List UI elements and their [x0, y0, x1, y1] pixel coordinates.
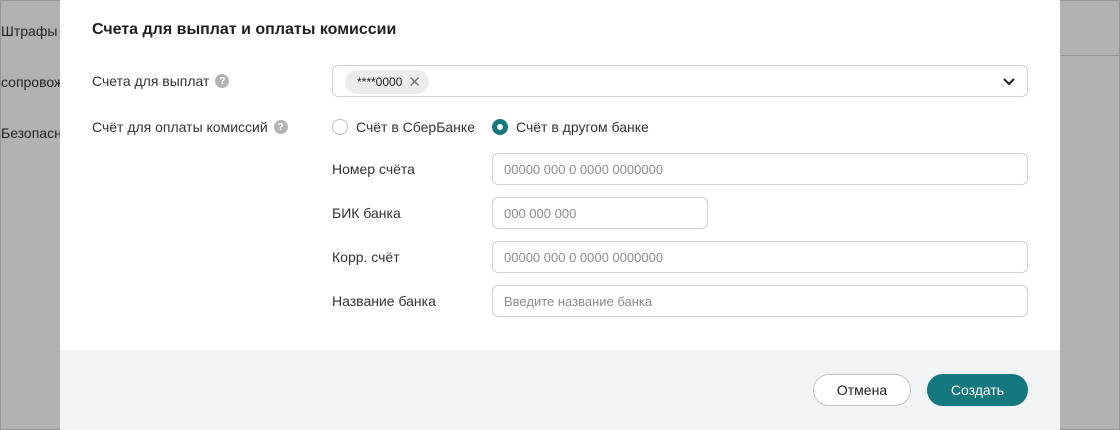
bik-label: БИК банка [332, 205, 401, 221]
chevron-down-icon[interactable] [1003, 76, 1015, 88]
account-chip: ****0000 ✕ [345, 70, 429, 94]
radio-sberbank-label: Счёт в СберБанке [356, 119, 475, 135]
question-circle-icon[interactable]: ? [273, 120, 288, 134]
create-button[interactable]: Создать [927, 374, 1028, 406]
cancel-button[interactable]: Отмена [813, 374, 911, 406]
modal-footer: Отмена Создать [60, 350, 1060, 430]
modal-title: Счета для выплат и оплаты комиссии [92, 21, 397, 38]
radio-sberbank[interactable]: Счёт в СберБанке [332, 119, 475, 135]
account-number-input[interactable] [492, 153, 1028, 185]
commission-account-label-text: Счёт для оплаты комиссий [92, 119, 268, 135]
payout-accounts-select[interactable]: ****0000 ✕ [332, 65, 1028, 97]
bank-name-label: Название банка [332, 293, 436, 309]
bik-input[interactable] [492, 197, 708, 229]
radio-sberbank-circle[interactable] [332, 119, 348, 135]
corr-account-label: Корр. счёт [332, 249, 400, 265]
question-circle-icon[interactable]: ? [215, 74, 230, 88]
account-number-label: Номер счёта [332, 161, 415, 177]
corr-account-input[interactable] [492, 241, 1028, 273]
payout-accounts-label-text: Счета для выплат [92, 73, 210, 89]
close-icon[interactable]: ✕ [408, 75, 421, 90]
accounts-modal: Счета для выплат и оплаты комиссии Счета… [60, 0, 1060, 430]
radio-other-bank-label: Счёт в другом банке [516, 119, 649, 135]
payout-accounts-label: Счета для выплат ? [92, 73, 230, 89]
radio-other-bank-circle[interactable] [492, 119, 508, 135]
commission-account-label: Счёт для оплаты комиссий ? [92, 119, 288, 135]
bank-name-input[interactable] [492, 285, 1028, 317]
account-chip-label: ****0000 [357, 75, 403, 89]
radio-other-bank[interactable]: Счёт в другом банке [492, 119, 649, 135]
